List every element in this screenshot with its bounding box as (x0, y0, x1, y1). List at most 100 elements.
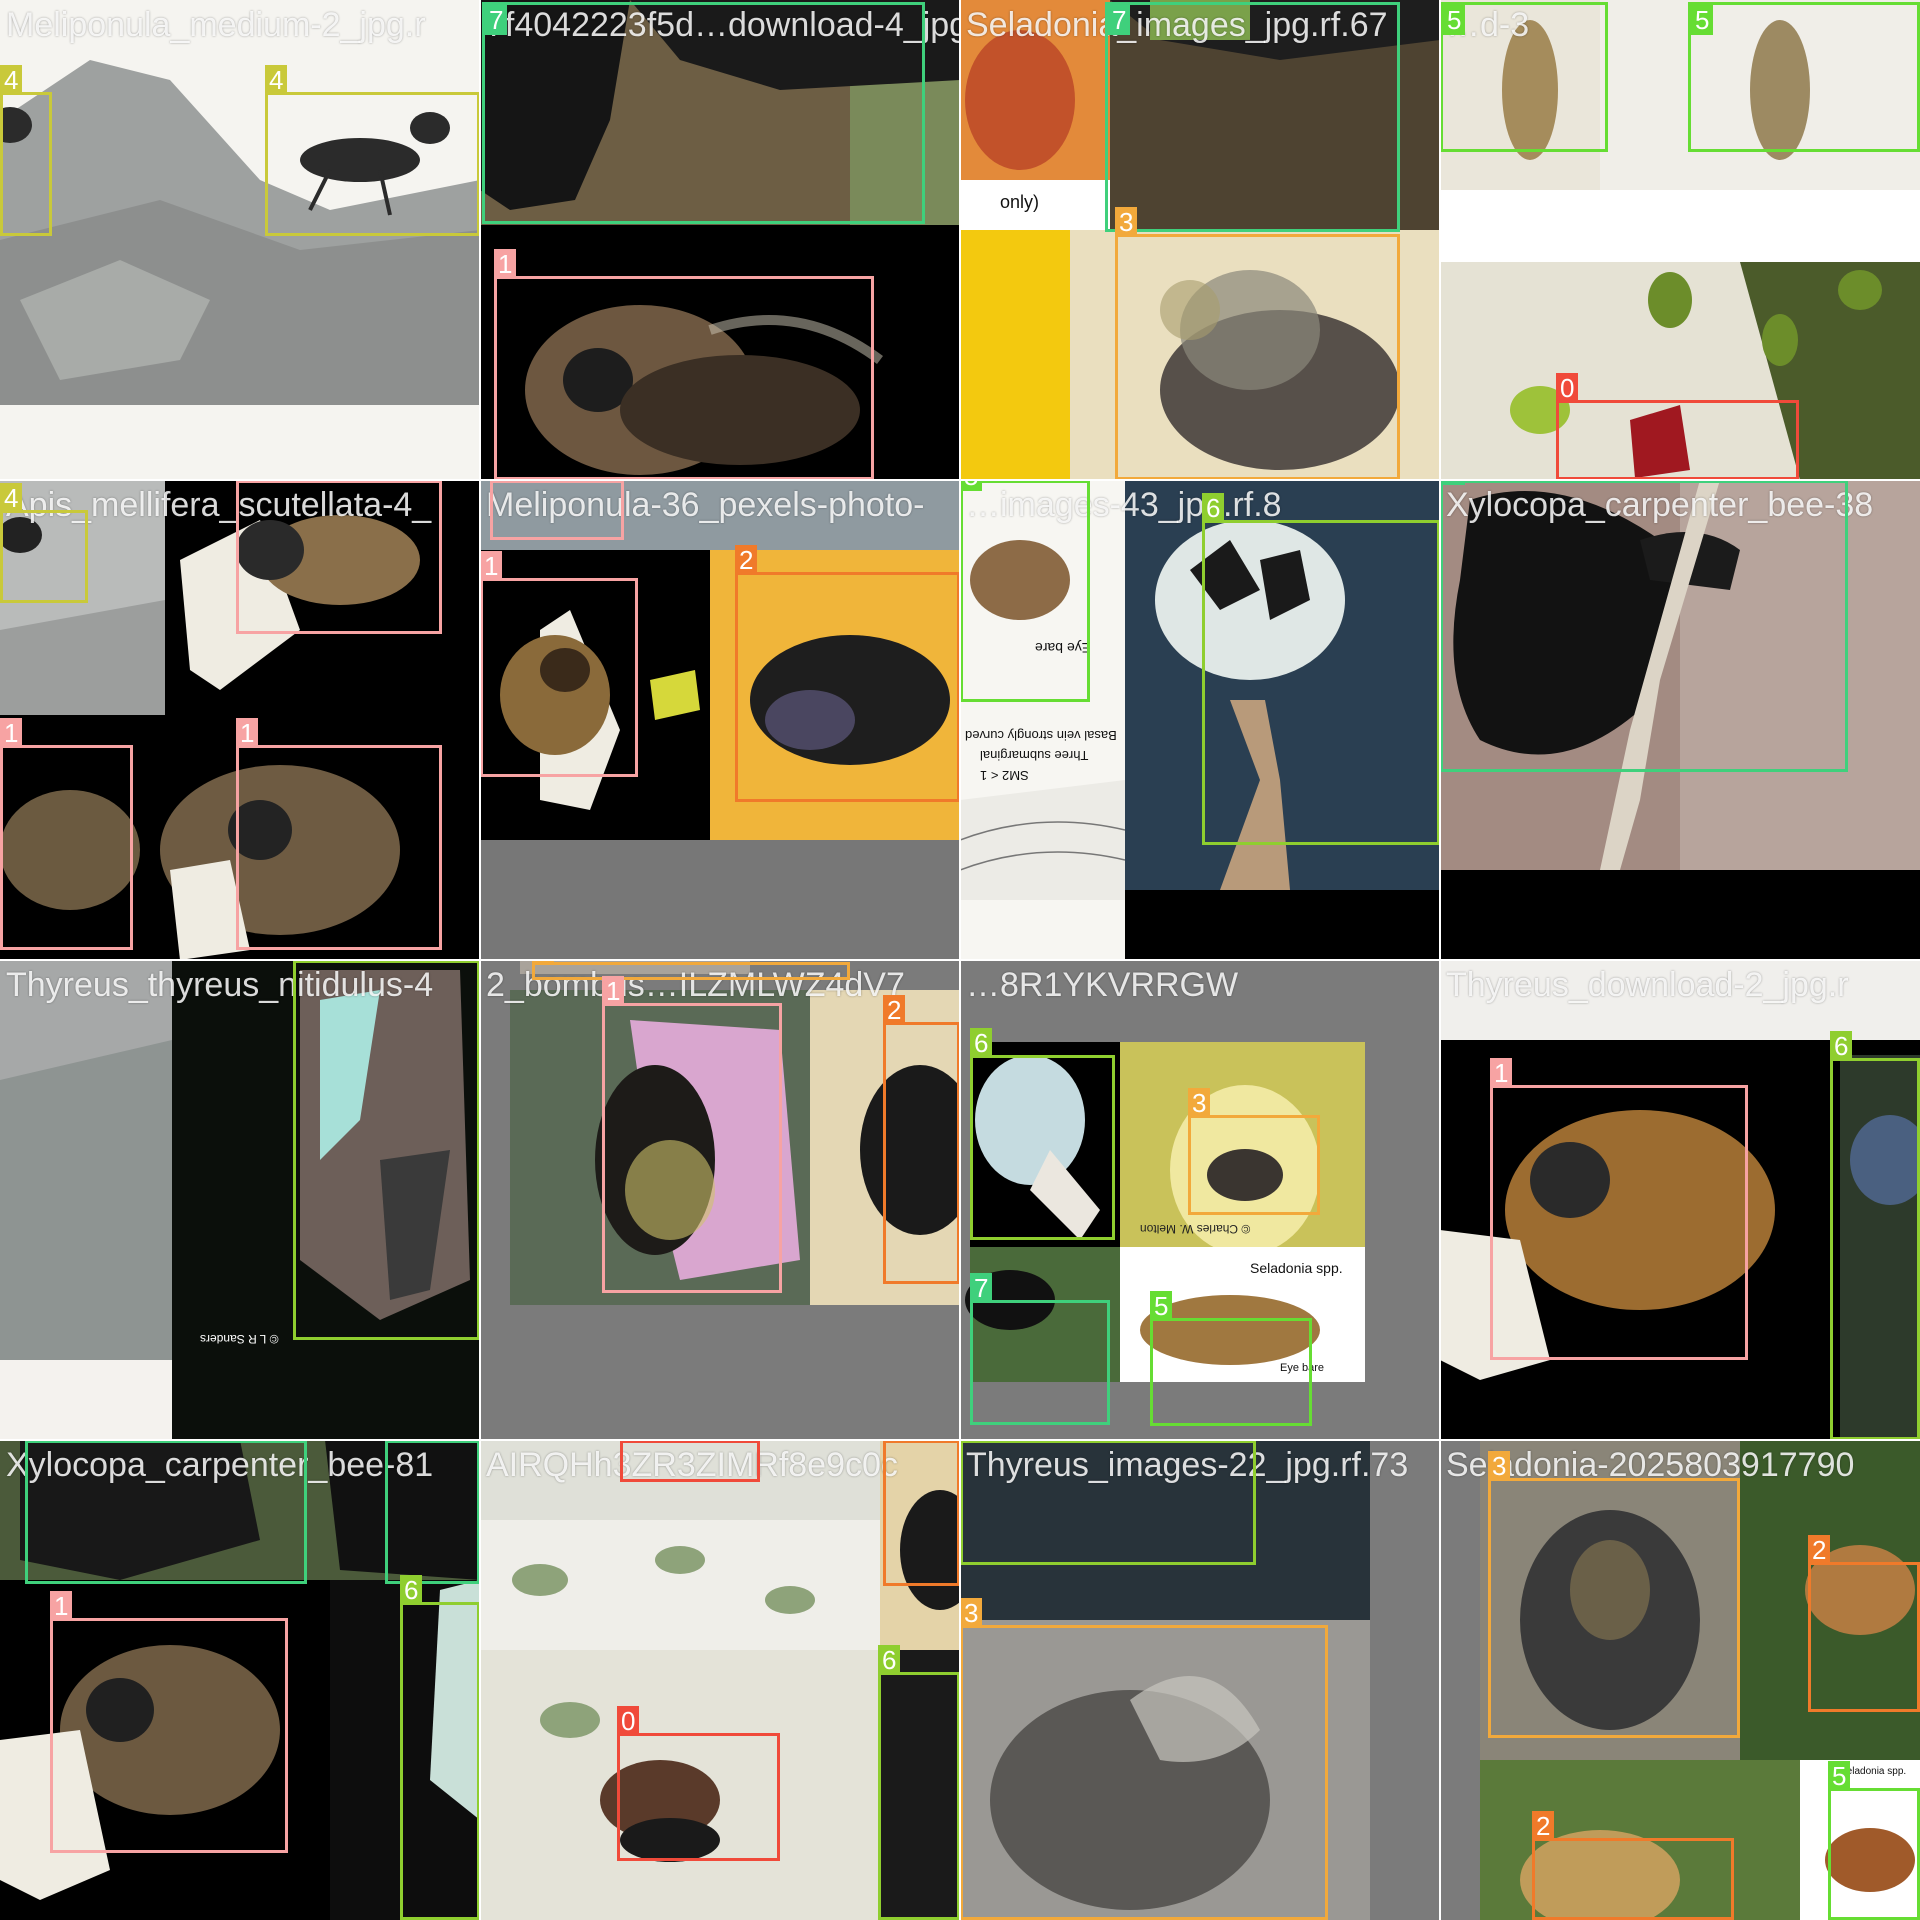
bbox-class-2: 2 (1808, 1535, 1920, 1712)
bbox-class-7: 7 (25, 1440, 307, 1584)
bbox-class-3: 3 (1188, 1088, 1320, 1215)
bbox-class-0: 0 (617, 1706, 780, 1861)
tile-14: Thyreus_images-22_jpg.rf.73 6 3 (960, 1440, 1440, 1920)
bbox-label: 1 (236, 718, 259, 748)
bbox-label: 6 (970, 1028, 993, 1058)
bbox-class-5: 5 (1688, 2, 1920, 152)
bbox-class-7: 7 (385, 1440, 480, 1584)
bbox-class-3: 3 (1488, 1451, 1740, 1738)
bbox-class-4: 4 (265, 65, 480, 236)
bbox-label: 1 (494, 249, 517, 279)
bbox-label: 5 (1828, 1761, 1851, 1791)
bbox-label: 1 (480, 551, 503, 581)
bbox-label: 0 (1556, 373, 1579, 403)
bbox-class-5: 5 (1440, 2, 1608, 152)
bbox-class-0: 0 (620, 1440, 760, 1482)
bbox-label: 0 (617, 1706, 640, 1736)
image-credit: © Charles W. Melton (1140, 1222, 1251, 1236)
bbox-label: 5 (1150, 1291, 1173, 1321)
bbox-class-1: 1 (494, 249, 874, 480)
bbox-class-3: 3 (532, 960, 850, 980)
bbox-label: 1 (0, 718, 23, 748)
bbox-class-6: 6 (960, 1440, 1256, 1565)
bbox-class-7: 7 (482, 2, 925, 224)
tile-12: Xylocopa_carpenter_bee-81 7 7 1 6 (0, 1440, 480, 1920)
bbox-class-5: 5 (1150, 1291, 1312, 1426)
mosaic: Meliponula_medium-2_jpg.r 4 4 7f4042223f… (0, 0, 1920, 1920)
grid-divider (0, 1439, 1920, 1441)
bbox-class-0: 0 (1556, 373, 1799, 480)
bbox-class-1: 1 (0, 718, 133, 950)
tile-11: Thyreus_download-2_jpg.r 1 6 (1440, 960, 1920, 1440)
bbox-class-3: 3 (1115, 207, 1400, 480)
bbox-class-6: 6 (878, 1645, 960, 1920)
tile-7: Xylocopa_carpenter_bee-38 7 (1440, 480, 1920, 960)
tile-13: AIRQHh3ZR3ZIMRf8e9c0c 0 2 0 6 (480, 1440, 960, 1920)
bbox-label: 5 (960, 480, 983, 491)
bbox-class-1: 1 (490, 480, 624, 540)
bbox-label: 3 (1188, 1088, 1211, 1118)
bbox-label: 6 (400, 1575, 423, 1605)
tile-0: Meliponula_medium-2_jpg.r 4 4 (0, 0, 480, 480)
bbox-label: 7 (485, 5, 508, 35)
tile-0-image (0, 0, 480, 480)
bbox-label: 6 (1830, 1031, 1853, 1061)
bbox-class-4: 4 (0, 483, 88, 603)
bbox-class-6: 6 (293, 960, 480, 1340)
image-annotation: SM2 < 1 (980, 768, 1029, 783)
bbox-class-7: 7 (970, 1273, 1110, 1425)
bbox-label: 6 (878, 1645, 901, 1675)
bbox-class-1: 1 (1490, 1058, 1748, 1360)
bbox-class-5: 5 (960, 480, 1090, 702)
bbox-label: 5 (1443, 5, 1466, 35)
bbox-label: 1 (50, 1591, 73, 1621)
bbox-class-1: 1 (50, 1591, 288, 1853)
bbox-class-4: 4 (0, 65, 52, 236)
tile-8: © L R Sanders Thyreus_thyreus_nitidulus-… (0, 960, 480, 1440)
image-annotation: Basal vein strongly curved (965, 728, 1117, 743)
image-annotation: Seladonia spp. (1250, 1260, 1343, 1276)
bbox-label: 4 (265, 65, 288, 95)
tile-2: only) Seladonia_images_jpg.rf.67 7 3 (960, 0, 1440, 480)
bbox-label: 2 (883, 995, 906, 1025)
bbox-label: 3 (1488, 1451, 1511, 1481)
bbox-label: 4 (0, 65, 23, 95)
image-credit: © L R Sanders (200, 1332, 279, 1346)
image-annotation: only) (1000, 192, 1040, 212)
bbox-class-6: 6 (1202, 493, 1440, 845)
bbox-label: 5 (1691, 5, 1714, 35)
tile-9: 2_bombus…ILZMLWZ4dV7 3 1 2 (480, 960, 960, 1440)
bbox-class-7: 7 (1105, 2, 1400, 232)
grid-divider (0, 959, 1920, 961)
bbox-label: 3 (960, 1598, 983, 1628)
bbox-label: 1 (1490, 1058, 1513, 1088)
bbox-class-5: 5 (1828, 1761, 1920, 1920)
bbox-class-2: 2 (883, 995, 960, 1284)
bbox-class-1: 1 (236, 718, 442, 950)
bbox-label: 2 (1808, 1535, 1831, 1565)
tile-3: …d-3 5 5 0 (1440, 0, 1920, 480)
bbox-class-1: 1 (602, 976, 782, 1293)
bbox-class-2: 2 (1532, 1811, 1734, 1920)
tile-10: © Charles W. Melton Seladonia spp. Eye b… (960, 960, 1440, 1440)
bbox-class-7: 7 (1440, 480, 1848, 772)
bbox-label: 2 (1532, 1811, 1555, 1841)
grid-divider (0, 479, 1920, 481)
bbox-label: 4 (0, 483, 23, 513)
bbox-label: 6 (1202, 493, 1225, 523)
bbox-class-3: 3 (960, 1598, 1328, 1920)
bbox-class-2: 2 (735, 545, 960, 802)
bbox-class-6: 6 (1830, 1031, 1920, 1440)
bbox-label: 7 (1108, 5, 1131, 35)
bbox-class-1: 1 (480, 551, 638, 777)
bbox-class-2: 2 (883, 1440, 960, 1586)
bbox-label: 2 (735, 545, 758, 575)
bbox-label: 3 (1115, 207, 1138, 237)
bbox-label: 1 (602, 976, 625, 1006)
tile-15: Seladonia spp. Seladonia-2025803917790 3… (1440, 1440, 1920, 1920)
tile-1: 7f4042223f5d…download-4_jpg.r 7 1 (480, 0, 960, 480)
tile-4: Apis_mellifera_scutellata-4_ 4 1 1 1 (0, 480, 480, 960)
tile-5: Meliponula-36_pexels-photo- 1 1 2 (480, 480, 960, 960)
bbox-label: 7 (970, 1273, 993, 1303)
image-annotation: Three submarginal (980, 748, 1089, 763)
